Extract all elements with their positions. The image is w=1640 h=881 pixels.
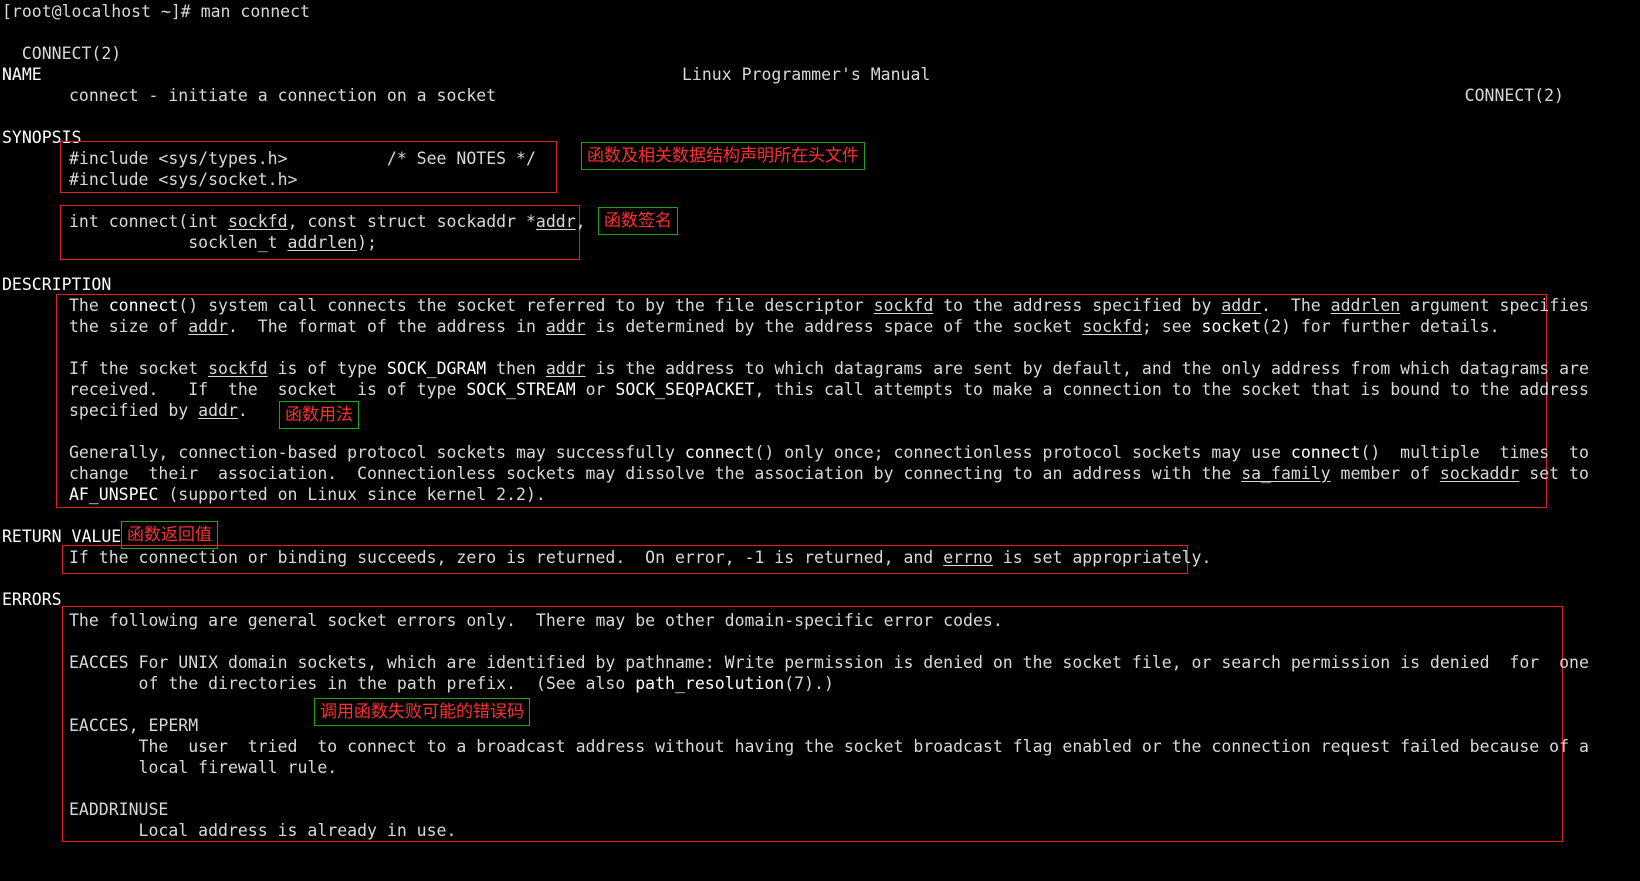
param-term: addrlen (1330, 296, 1401, 315)
include-socket: #include <sys/socket.h> (69, 170, 298, 189)
desc-p3-line2: change their association. Connectionless… (69, 463, 1589, 484)
error-eperm-term: EACCES, EPERM (69, 716, 199, 735)
bold-term: path_resolution (635, 674, 785, 693)
text-run: is of type (267, 359, 387, 378)
text-run: . The format of the address in (227, 317, 546, 336)
annotation-errors: 调用函数失败可能的错误码 (314, 698, 530, 726)
param-term: addr (198, 401, 238, 420)
text-run: member of (1330, 464, 1440, 483)
text-run: received. If the socket is of type (69, 380, 467, 399)
sig-text: socklen_t (69, 233, 288, 252)
error-eacces-line2: of the directories in the path prefix. (… (69, 673, 834, 694)
error-eaddrinuse-term: EADDRINUSE (69, 800, 169, 819)
text-run: argument specifies (1400, 296, 1589, 315)
param-term: sa_family (1241, 464, 1331, 483)
text-run: specified by (69, 401, 199, 420)
bold-term: AF_UNSPEC (69, 485, 159, 504)
name-text: connect - initiate a connection on a soc… (69, 86, 497, 105)
shell-prompt-line: [root@localhost ~]# man connect (2, 1, 310, 22)
text-run: () multiple times to (1360, 443, 1589, 462)
bold-term: connect (1290, 443, 1361, 462)
text-run: is the address to which datagrams are se… (585, 359, 1589, 378)
text-run: () only once; connectionless protocol so… (754, 443, 1291, 462)
param-term: addr (545, 317, 586, 336)
desc-p2-line2: received. If the socket is of type SOCK_… (69, 379, 1589, 400)
bold-term: SOCK_SEQPACKET (615, 380, 755, 399)
param-term: sockfd (873, 296, 934, 315)
shell-command: man connect (200, 2, 310, 21)
text-run: the size of (69, 317, 189, 336)
annotation-headers: 函数及相关数据结构声明所在头文件 (581, 142, 865, 170)
bold-term: SOCK_STREAM (466, 380, 576, 399)
text-run: . The (1261, 296, 1331, 315)
man-header-right: CONNECT(2) (1464, 86, 1564, 105)
param-term: sockfd (1082, 317, 1142, 336)
param-term: sockaddr (1439, 464, 1520, 483)
text-run: If the connection or binding succeeds, z… (69, 548, 944, 567)
sig-param-sockfd: sockfd (227, 212, 288, 231)
desc-p1-line2: the size of addr. The format of the addr… (69, 316, 1500, 337)
section-heading-errors: ERRORS (2, 590, 62, 609)
man-header-left: CONNECT(2) (21, 44, 122, 63)
text-run: (7).) (784, 674, 834, 693)
text-run: (supported on Linux since kernel 2.2). (158, 485, 546, 504)
param-term: sockfd (208, 359, 268, 378)
text-run: then (486, 359, 546, 378)
section-heading-name: NAME (2, 65, 42, 84)
sig-text: int connect(int (69, 212, 228, 231)
text-run: set to (1519, 464, 1589, 483)
bold-term: socket (1201, 317, 1262, 336)
man-header: CONNECT(2) Linux Programmer's Manual CON… (2, 22, 1602, 105)
bold-term: SOCK_DGRAM (386, 359, 487, 378)
text-run: change their association. Connectionless… (69, 464, 1242, 483)
text-run: is determined by the address space of th… (585, 317, 1083, 336)
annotation-signature: 函数签名 (598, 207, 678, 235)
text-run: (2) for further details. (1261, 317, 1500, 336)
shell-prompt: [root@localhost ~]# (2, 2, 201, 21)
text-run: of the directories in the path prefix. (… (69, 674, 636, 693)
text-run: ; see (1141, 317, 1202, 336)
text-run: . (237, 401, 248, 420)
text-run: is set appropriately. (992, 548, 1212, 567)
text-run: or (575, 380, 616, 399)
error-eaddrinuse-line1: Local address is already in use. (69, 821, 457, 840)
text-run: () system call connects the socket refer… (178, 296, 874, 315)
text-run: The (69, 296, 109, 315)
signature-line-1: int connect(int sockfd, const struct soc… (69, 211, 586, 232)
desc-p2-line1: If the socket sockfd is of type SOCK_DGR… (69, 358, 1589, 379)
desc-p3-line3: AF_UNSPEC (supported on Linux since kern… (69, 484, 546, 505)
sig-text: , (575, 212, 586, 231)
bold-term: connect (108, 296, 179, 315)
desc-p1-line1: The connect() system call connects the s… (69, 295, 1589, 316)
text-run: If the socket (69, 359, 209, 378)
sig-text: , const struct sockaddr * (287, 212, 536, 231)
bold-term: connect (684, 443, 755, 462)
return-value-text: If the connection or binding succeeds, z… (69, 547, 1211, 568)
param-term: addr (1221, 296, 1262, 315)
text-run: , this call attempts to make a connectio… (754, 380, 1589, 399)
annotation-usage: 函数用法 (279, 401, 359, 429)
section-heading-description: DESCRIPTION (2, 275, 112, 294)
desc-p3-line1: Generally, connection-based protocol soc… (69, 442, 1589, 463)
signature-line-2: socklen_t addrlen); (69, 232, 377, 253)
error-eperm-line2: local firewall rule. (69, 758, 338, 777)
errors-box (62, 606, 1563, 842)
man-header-center: Linux Programmer's Manual (682, 65, 931, 84)
error-eacces-line1: EACCES For UNIX domain sockets, which ar… (69, 653, 1589, 672)
error-eperm-line1: The user tried to connect to a broadcast… (69, 737, 1589, 756)
include-types: #include <sys/types.h> /* See NOTES */ (69, 149, 536, 168)
sig-param-addrlen: addrlen (287, 233, 358, 252)
section-heading-return-value: RETURN VALUE (2, 527, 122, 546)
desc-p2-line3: specified by addr. (69, 400, 248, 421)
param-term: addr (545, 359, 586, 378)
param-term: errno (943, 548, 993, 567)
text-run: Generally, connection-based protocol soc… (69, 443, 685, 462)
param-term: addr (188, 317, 228, 336)
text-run: to the address specified by (933, 296, 1222, 315)
sig-param-addr: addr (535, 212, 576, 231)
sig-text: ); (357, 233, 377, 252)
errors-intro: The following are general socket errors … (69, 611, 1003, 630)
